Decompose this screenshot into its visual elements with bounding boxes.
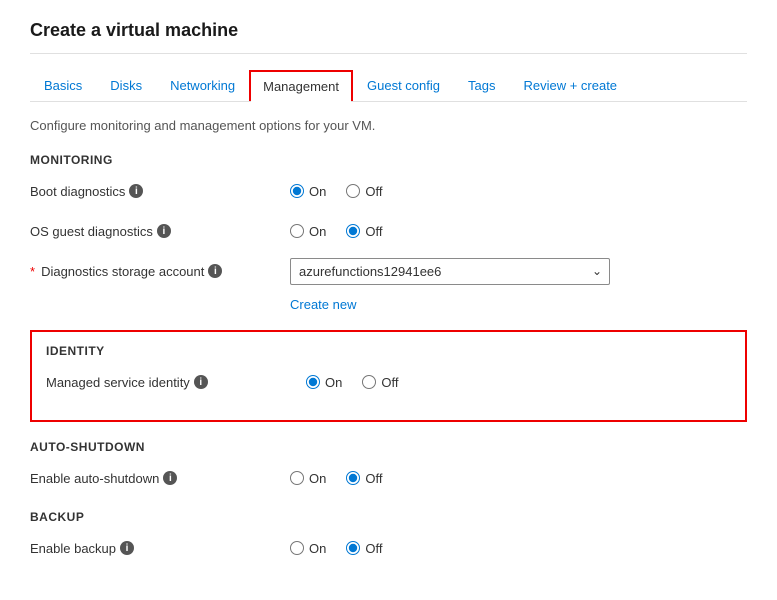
boot-diagnostics-row: Boot diagnostics i On Off <box>30 177 747 205</box>
required-marker: * <box>30 264 35 279</box>
diagnostics-storage-account-row: * Diagnostics storage account i azurefun… <box>30 257 747 285</box>
backup-section: BACKUP Enable backup i On Off <box>30 510 747 562</box>
os-guest-diagnostics-off-label: Off <box>365 224 382 239</box>
os-guest-diagnostics-on-radio[interactable] <box>290 224 304 238</box>
page-title: Create a virtual machine <box>30 20 747 54</box>
diagnostics-storage-select-wrapper: azurefunctions12941ee6 ⌄ <box>290 258 610 285</box>
enable-auto-shutdown-radio-group: On Off <box>290 471 382 486</box>
enable-backup-on-option[interactable]: On <box>290 541 326 556</box>
monitoring-title: MONITORING <box>30 153 747 167</box>
subtitle: Configure monitoring and management opti… <box>30 118 747 133</box>
managed-service-identity-off-label: Off <box>381 375 398 390</box>
tab-networking[interactable]: Networking <box>156 70 249 101</box>
enable-auto-shutdown-off-option[interactable]: Off <box>346 471 382 486</box>
enable-auto-shutdown-label: Enable auto-shutdown i <box>30 471 290 486</box>
diagnostics-storage-account-label: * Diagnostics storage account i <box>30 264 290 279</box>
os-guest-diagnostics-on-label: On <box>309 224 326 239</box>
managed-service-identity-label: Managed service identity i <box>46 375 306 390</box>
enable-backup-off-label: Off <box>365 541 382 556</box>
boot-diagnostics-info-icon[interactable]: i <box>129 184 143 198</box>
managed-service-identity-off-option[interactable]: Off <box>362 375 398 390</box>
enable-backup-off-option[interactable]: Off <box>346 541 382 556</box>
auto-shutdown-section: AUTO-SHUTDOWN Enable auto-shutdown i On … <box>30 440 747 492</box>
enable-backup-on-label: On <box>309 541 326 556</box>
managed-service-identity-off-radio[interactable] <box>362 375 376 389</box>
managed-service-identity-on-label: On <box>325 375 342 390</box>
enable-backup-radio-group: On Off <box>290 541 382 556</box>
tab-tags[interactable]: Tags <box>454 70 509 101</box>
enable-auto-shutdown-row: Enable auto-shutdown i On Off <box>30 464 747 492</box>
diagnostics-storage-info-icon[interactable]: i <box>208 264 222 278</box>
identity-section: IDENTITY Managed service identity i On O… <box>30 330 747 422</box>
enable-auto-shutdown-on-label: On <box>309 471 326 486</box>
enable-backup-on-radio[interactable] <box>290 541 304 555</box>
enable-backup-row: Enable backup i On Off <box>30 534 747 562</box>
enable-backup-label: Enable backup i <box>30 541 290 556</box>
os-guest-diagnostics-label: OS guest diagnostics i <box>30 224 290 239</box>
backup-title: BACKUP <box>30 510 747 524</box>
enable-auto-shutdown-on-radio[interactable] <box>290 471 304 485</box>
boot-diagnostics-radio-group: On Off <box>290 184 382 199</box>
managed-service-identity-on-radio[interactable] <box>306 375 320 389</box>
auto-shutdown-title: AUTO-SHUTDOWN <box>30 440 747 454</box>
os-guest-diagnostics-info-icon[interactable]: i <box>157 224 171 238</box>
os-guest-diagnostics-on-option[interactable]: On <box>290 224 326 239</box>
boot-diagnostics-on-option[interactable]: On <box>290 184 326 199</box>
boot-diagnostics-label: Boot diagnostics i <box>30 184 290 199</box>
os-guest-diagnostics-off-option[interactable]: Off <box>346 224 382 239</box>
monitoring-section: MONITORING Boot diagnostics i On Off <box>30 153 747 312</box>
boot-diagnostics-off-label: Off <box>365 184 382 199</box>
boot-diagnostics-off-option[interactable]: Off <box>346 184 382 199</box>
managed-service-identity-on-option[interactable]: On <box>306 375 342 390</box>
tabs-container: Basics Disks Networking Management Guest… <box>30 70 747 102</box>
boot-diagnostics-off-radio[interactable] <box>346 184 360 198</box>
os-guest-diagnostics-row: OS guest diagnostics i On Off <box>30 217 747 245</box>
managed-service-identity-radio-group: On Off <box>306 375 398 390</box>
boot-diagnostics-on-label: On <box>309 184 326 199</box>
enable-auto-shutdown-info-icon[interactable]: i <box>163 471 177 485</box>
page-container: Create a virtual machine Basics Disks Ne… <box>0 0 777 600</box>
identity-title: IDENTITY <box>46 344 731 358</box>
enable-auto-shutdown-on-option[interactable]: On <box>290 471 326 486</box>
tab-review-create[interactable]: Review + create <box>509 70 631 101</box>
diagnostics-storage-select[interactable]: azurefunctions12941ee6 <box>290 258 610 285</box>
managed-service-identity-row: Managed service identity i On Off <box>46 368 731 396</box>
os-guest-diagnostics-off-radio[interactable] <box>346 224 360 238</box>
os-guest-diagnostics-radio-group: On Off <box>290 224 382 239</box>
tab-guest-config[interactable]: Guest config <box>353 70 454 101</box>
managed-service-identity-info-icon[interactable]: i <box>194 375 208 389</box>
boot-diagnostics-on-radio[interactable] <box>290 184 304 198</box>
enable-backup-info-icon[interactable]: i <box>120 541 134 555</box>
tab-management[interactable]: Management <box>249 70 353 101</box>
enable-auto-shutdown-off-label: Off <box>365 471 382 486</box>
enable-auto-shutdown-off-radio[interactable] <box>346 471 360 485</box>
tab-disks[interactable]: Disks <box>96 70 156 101</box>
create-new-link[interactable]: Create new <box>290 297 747 312</box>
tab-basics[interactable]: Basics <box>30 70 96 101</box>
enable-backup-off-radio[interactable] <box>346 541 360 555</box>
